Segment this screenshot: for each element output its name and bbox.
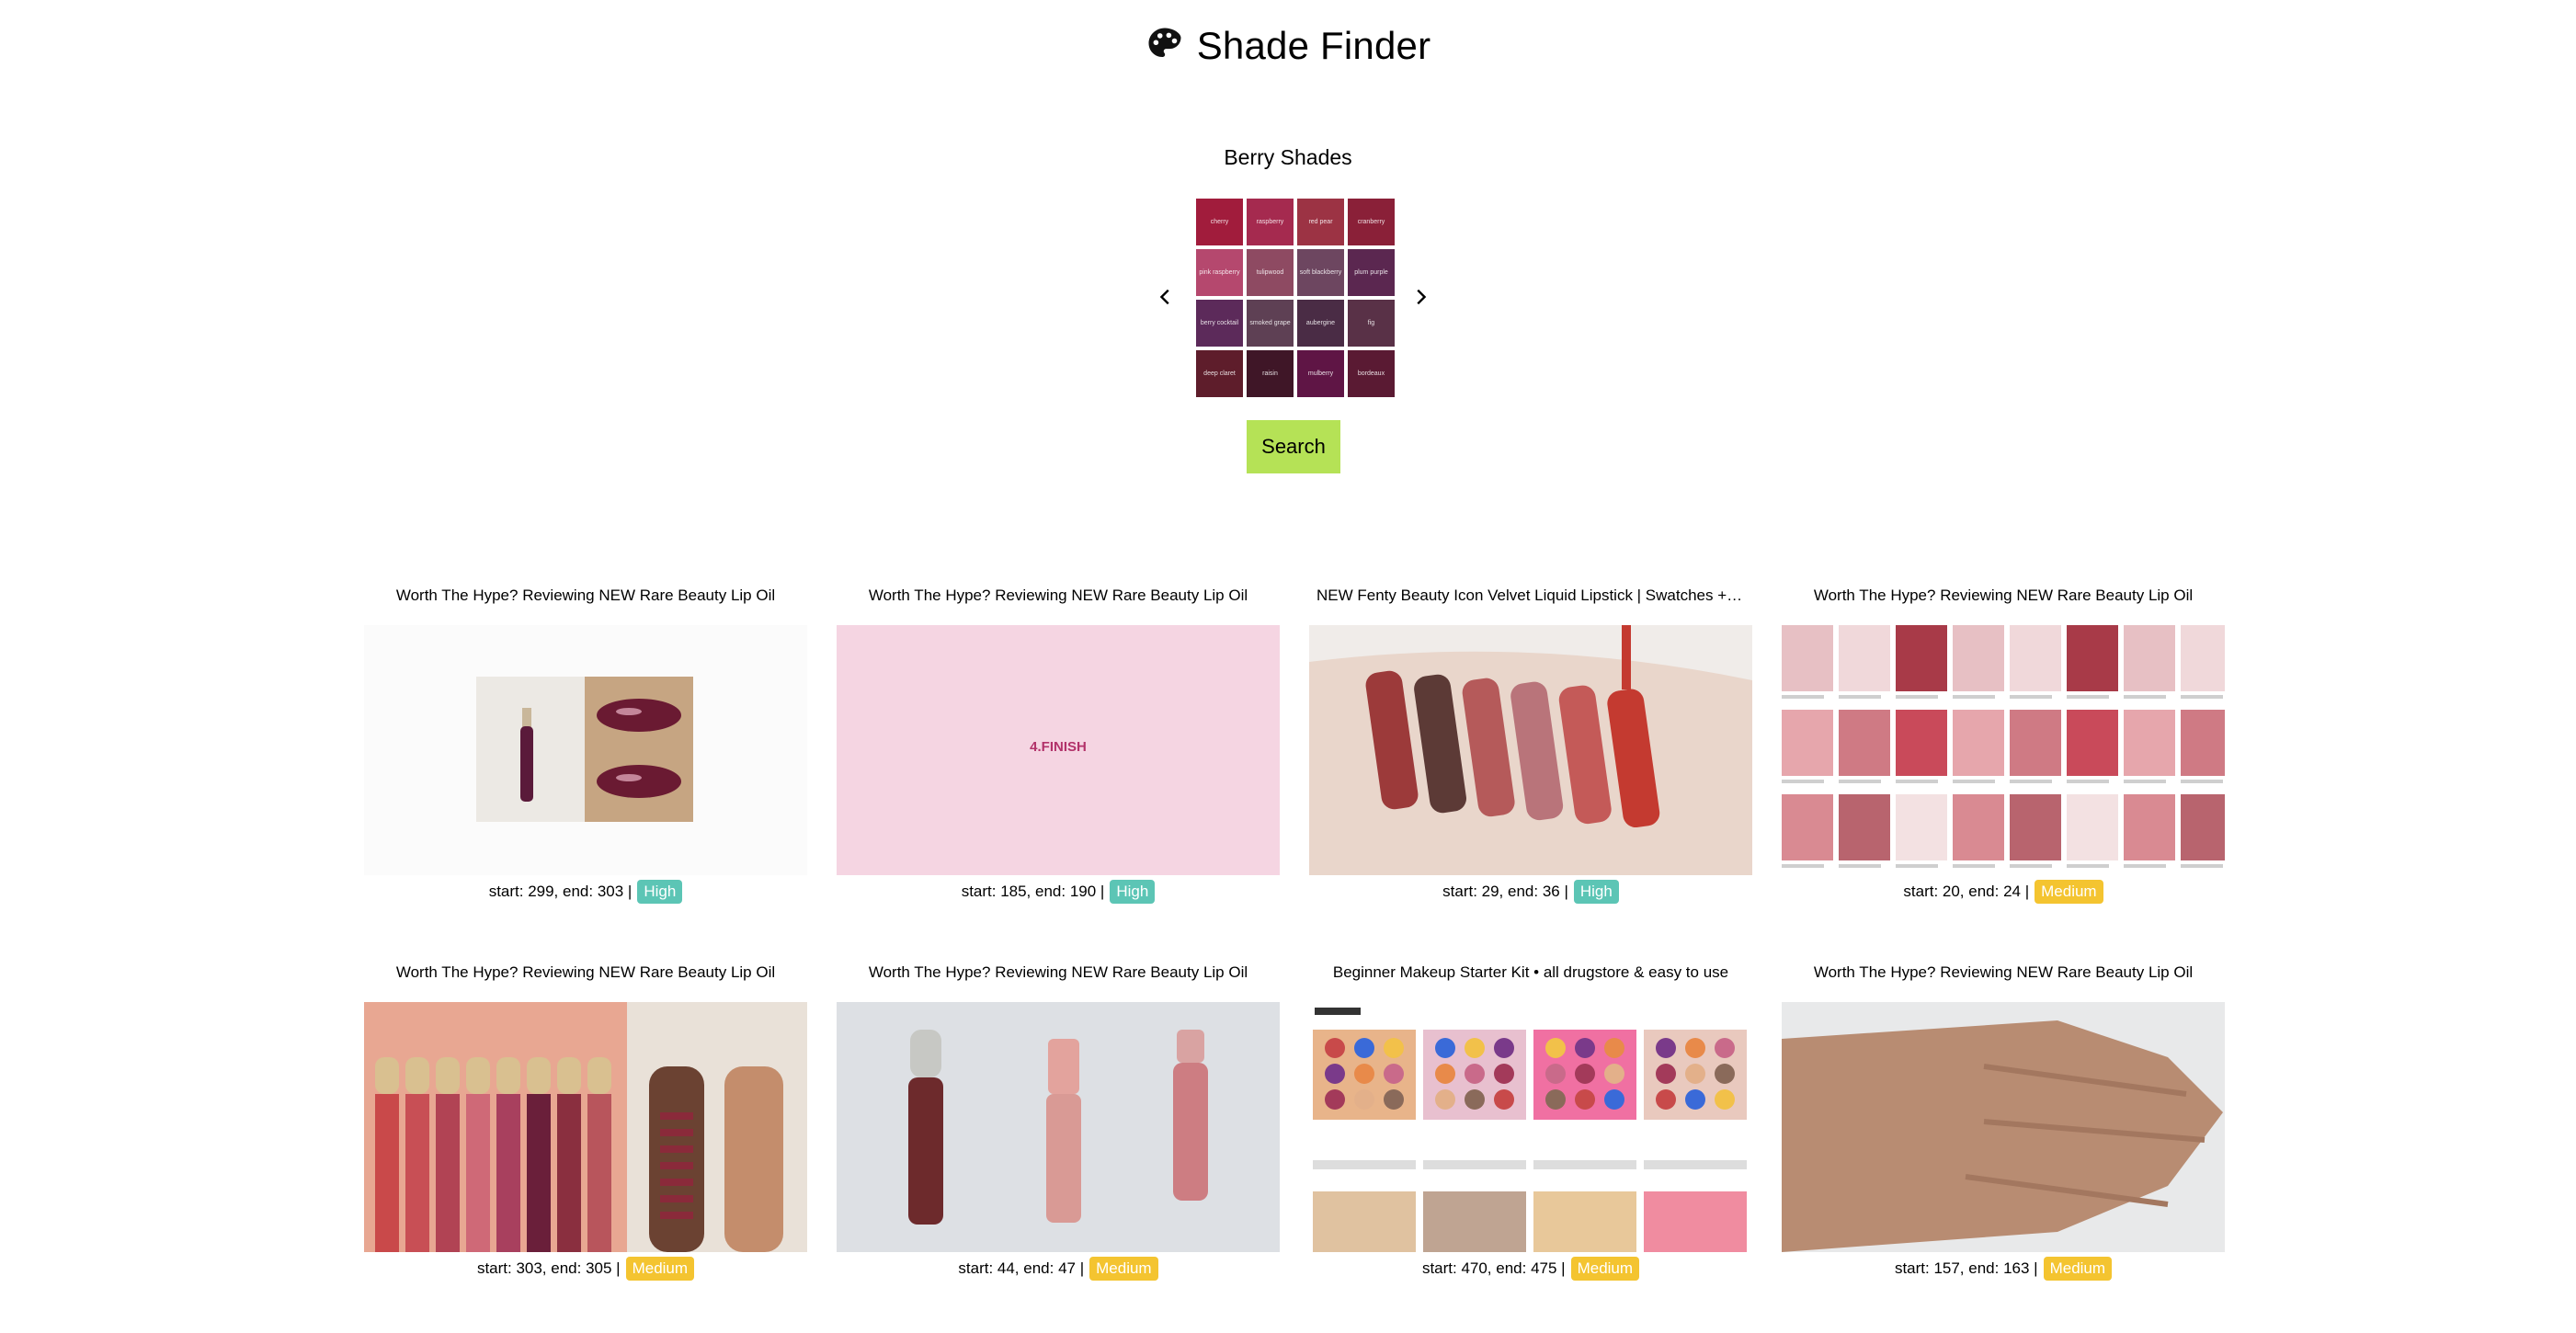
shade-swatch[interactable]: bordeaux xyxy=(1348,350,1395,397)
confidence-badge: High xyxy=(1110,880,1156,904)
confidence-badge: High xyxy=(1573,880,1619,904)
next-palette-button[interactable] xyxy=(1404,280,1437,313)
result-thumbnail[interactable]: 4.FINISH xyxy=(837,625,1280,875)
result-title: Worth The Hype? Reviewing NEW Rare Beaut… xyxy=(868,963,1248,981)
result-title: Worth The Hype? Reviewing NEW Rare Beaut… xyxy=(395,963,776,981)
video-thumbnail xyxy=(364,625,807,875)
result-thumbnail[interactable] xyxy=(1309,625,1752,875)
timestamp-range: start: 157, end: 163 | xyxy=(1894,1259,2038,1277)
result-card[interactable]: Worth The Hype? Reviewing NEW Rare Beaut… xyxy=(364,579,807,956)
result-card[interactable]: Beginner Makeup Starter Kit • all drugst… xyxy=(1309,956,1752,1333)
app-header: Shade Finder xyxy=(0,17,2576,75)
confidence-badge: Medium xyxy=(2043,1257,2113,1281)
video-thumbnail xyxy=(1782,1002,2225,1252)
confidence-badge: High xyxy=(637,880,683,904)
result-title: Worth The Hype? Reviewing NEW Rare Beaut… xyxy=(1813,963,2194,981)
result-title: Worth The Hype? Reviewing NEW Rare Beaut… xyxy=(868,587,1248,604)
result-title: NEW Fenty Beauty Icon Velvet Liquid Lips… xyxy=(1316,587,1752,604)
result-timestamp: start: 29, end: 36 | High xyxy=(1309,875,1752,908)
result-timestamp: start: 44, end: 47 | Medium xyxy=(837,1252,1280,1285)
confidence-badge: Medium xyxy=(625,1257,695,1281)
shade-swatch[interactable]: raisin xyxy=(1247,350,1294,397)
chevron-left-icon xyxy=(1159,289,1169,305)
result-card[interactable]: Worth The Hype? Reviewing NEW Rare Beaut… xyxy=(364,956,807,1333)
shade-swatch[interactable]: pink raspberry xyxy=(1196,249,1243,296)
shade-swatch[interactable]: mulberry xyxy=(1297,350,1344,397)
shade-swatch[interactable]: berry cocktail xyxy=(1196,300,1243,347)
search-button[interactable]: Search xyxy=(1247,420,1340,473)
result-thumbnail[interactable] xyxy=(1309,1002,1752,1252)
timestamp-range: start: 29, end: 36 | xyxy=(1442,883,1568,900)
timestamp-range: start: 303, end: 305 | xyxy=(476,1259,621,1277)
result-title: Worth The Hype? Reviewing NEW Rare Beaut… xyxy=(1813,587,2194,604)
video-thumbnail xyxy=(1309,625,1752,875)
shade-swatch[interactable]: cranberry xyxy=(1348,199,1395,245)
result-timestamp: start: 157, end: 163 | Medium xyxy=(1782,1252,2225,1285)
shade-swatch[interactable]: raspberry xyxy=(1247,199,1294,245)
result-card[interactable]: Worth The Hype? Reviewing NEW Rare Beaut… xyxy=(1782,956,2225,1333)
shade-swatch[interactable]: plum purple xyxy=(1348,249,1395,296)
result-thumbnail[interactable] xyxy=(837,1002,1280,1252)
video-thumbnail xyxy=(1309,1002,1752,1252)
result-timestamp: start: 303, end: 305 | Medium xyxy=(364,1252,807,1285)
result-thumbnail[interactable] xyxy=(1782,625,2225,875)
thumbnail-text: 4.FINISH xyxy=(1030,739,1087,755)
shade-swatch-grid: cherry raspberry red pear cranberry pink ras… xyxy=(1196,199,1395,397)
result-timestamp: start: 299, end: 303 | High xyxy=(364,875,807,908)
result-title: Beginner Makeup Starter Kit • all drugst… xyxy=(1332,963,1729,981)
timestamp-range: start: 470, end: 475 | xyxy=(1421,1259,1566,1277)
confidence-badge: Medium xyxy=(1570,1257,1640,1281)
result-thumbnail[interactable] xyxy=(364,625,807,875)
shade-swatch[interactable]: aubergine xyxy=(1297,300,1344,347)
shade-swatch[interactable]: soft blackberry xyxy=(1297,249,1344,296)
result-card[interactable]: NEW Fenty Beauty Icon Velvet Liquid Lips… xyxy=(1309,579,1752,956)
video-thumbnail xyxy=(1782,625,2225,875)
shade-swatch[interactable]: deep claret xyxy=(1196,350,1243,397)
confidence-badge: Medium xyxy=(2035,880,2103,904)
video-thumbnail xyxy=(837,1002,1280,1252)
shade-swatch[interactable]: red pear xyxy=(1297,199,1344,245)
confidence-badge: Medium xyxy=(1089,1257,1158,1281)
timestamp-range: start: 20, end: 24 | xyxy=(1903,883,2030,900)
result-card[interactable]: Worth The Hype? Reviewing NEW Rare Beaut… xyxy=(1782,579,2225,956)
result-card[interactable]: Worth The Hype? Reviewing NEW Rare Beaut… xyxy=(837,579,1280,956)
result-card[interactable]: Worth The Hype? Reviewing NEW Rare Beaut… xyxy=(837,956,1280,1333)
palette-title: Berry Shades xyxy=(1224,145,1352,169)
chevron-right-icon xyxy=(1417,289,1427,305)
results-grid: Worth The Hype? Reviewing NEW Rare Beaut… xyxy=(364,579,2225,1333)
previous-palette-button[interactable] xyxy=(1149,280,1182,313)
result-timestamp: start: 20, end: 24 | Medium xyxy=(1782,875,2225,908)
result-timestamp: start: 470, end: 475 | Medium xyxy=(1309,1252,1752,1285)
app-title: Shade Finder xyxy=(1196,24,1431,67)
timestamp-range: start: 299, end: 303 | xyxy=(488,883,633,900)
result-thumbnail[interactable] xyxy=(364,1002,807,1252)
result-title: Worth The Hype? Reviewing NEW Rare Beaut… xyxy=(395,587,776,604)
shade-swatch[interactable]: cherry xyxy=(1196,199,1243,245)
palette-icon xyxy=(1146,25,1184,68)
shade-swatch[interactable]: fig xyxy=(1348,300,1395,347)
result-thumbnail[interactable] xyxy=(1782,1002,2225,1252)
shade-swatch[interactable]: tulipwood xyxy=(1247,249,1294,296)
video-thumbnail xyxy=(364,1002,807,1252)
result-timestamp: start: 185, end: 190 | High xyxy=(837,875,1280,908)
timestamp-range: start: 185, end: 190 | xyxy=(961,883,1105,900)
shade-swatch[interactable]: smoked grape xyxy=(1247,300,1294,347)
timestamp-range: start: 44, end: 47 | xyxy=(958,1259,1085,1277)
